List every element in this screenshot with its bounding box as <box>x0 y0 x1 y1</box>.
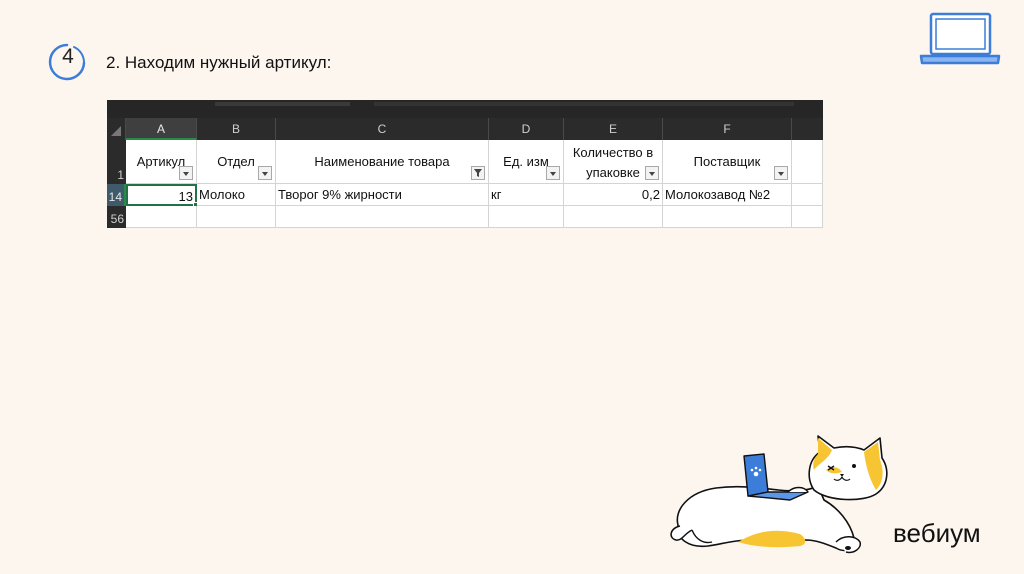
row-header-14[interactable]: 14 <box>107 184 126 206</box>
filter-dropdown-button[interactable] <box>546 166 560 180</box>
chevron-down-icon <box>778 172 784 176</box>
column-header-g[interactable] <box>792 118 823 140</box>
empty-cell[interactable] <box>792 140 823 184</box>
laptop-icon <box>919 12 1001 65</box>
row-header-1[interactable]: 1 <box>107 140 126 184</box>
header-cell-supplier[interactable]: Поставщик <box>663 140 792 184</box>
filter-funnel-icon <box>474 169 482 177</box>
chevron-down-icon <box>649 172 655 176</box>
cell-unit[interactable]: кг <box>489 184 564 206</box>
cell-department[interactable]: Молоко <box>197 184 276 206</box>
header-cell-unit[interactable]: Ед. изм <box>489 140 564 184</box>
empty-cell[interactable] <box>663 206 792 228</box>
empty-cell[interactable] <box>276 206 489 228</box>
cat-with-laptop-illustration <box>670 435 888 554</box>
select-all-corner[interactable] <box>107 118 126 140</box>
empty-cell[interactable] <box>197 206 276 228</box>
filter-dropdown-button[interactable] <box>258 166 272 180</box>
header-cell-department[interactable]: Отдел <box>197 140 276 184</box>
column-header-b[interactable]: B <box>197 118 276 140</box>
filter-active-button[interactable] <box>471 166 485 180</box>
step-number: 4 <box>62 45 74 68</box>
column-header-f[interactable]: F <box>663 118 792 140</box>
ribbon-strip <box>107 100 823 118</box>
chevron-down-icon <box>262 172 268 176</box>
header-cell-quantity[interactable]: Количество в упаковке <box>564 140 663 184</box>
column-header-e[interactable]: E <box>564 118 663 140</box>
filter-dropdown-button[interactable] <box>179 166 193 180</box>
header-label: Поставщик <box>693 154 761 169</box>
cell-article[interactable]: 13 <box>126 184 197 206</box>
empty-cell[interactable] <box>489 206 564 228</box>
ribbon-tab <box>374 102 794 106</box>
ribbon-tab <box>215 102 350 106</box>
cell-quantity[interactable]: 0,2 <box>564 184 663 206</box>
empty-cell[interactable] <box>126 206 197 228</box>
cell-product[interactable]: Творог 9% жирности <box>276 184 489 206</box>
empty-cell[interactable] <box>564 206 663 228</box>
filter-dropdown-button[interactable] <box>645 166 659 180</box>
spreadsheet: A B C D E F 1 14 56 Артикул Отдел Наимен… <box>107 100 823 228</box>
column-header-d[interactable]: D <box>489 118 564 140</box>
chevron-down-icon <box>183 172 189 176</box>
header-cell-product[interactable]: Наименование товара <box>276 140 489 184</box>
filter-dropdown-button[interactable] <box>774 166 788 180</box>
empty-cell[interactable] <box>792 184 823 206</box>
header-cell-article[interactable]: Артикул <box>126 140 197 184</box>
brand-logo-text: вебиум <box>893 518 981 548</box>
row-header-56[interactable]: 56 <box>107 206 126 228</box>
step-title: 2. Находим нужный артикул: <box>106 53 332 72</box>
column-header-c[interactable]: C <box>276 118 489 140</box>
empty-cell[interactable] <box>792 206 823 228</box>
cell-supplier[interactable]: Молокозавод №2 <box>663 184 792 206</box>
column-header-a[interactable]: A <box>126 118 197 140</box>
chevron-down-icon <box>550 172 556 176</box>
header-label: Наименование товара <box>314 154 450 169</box>
